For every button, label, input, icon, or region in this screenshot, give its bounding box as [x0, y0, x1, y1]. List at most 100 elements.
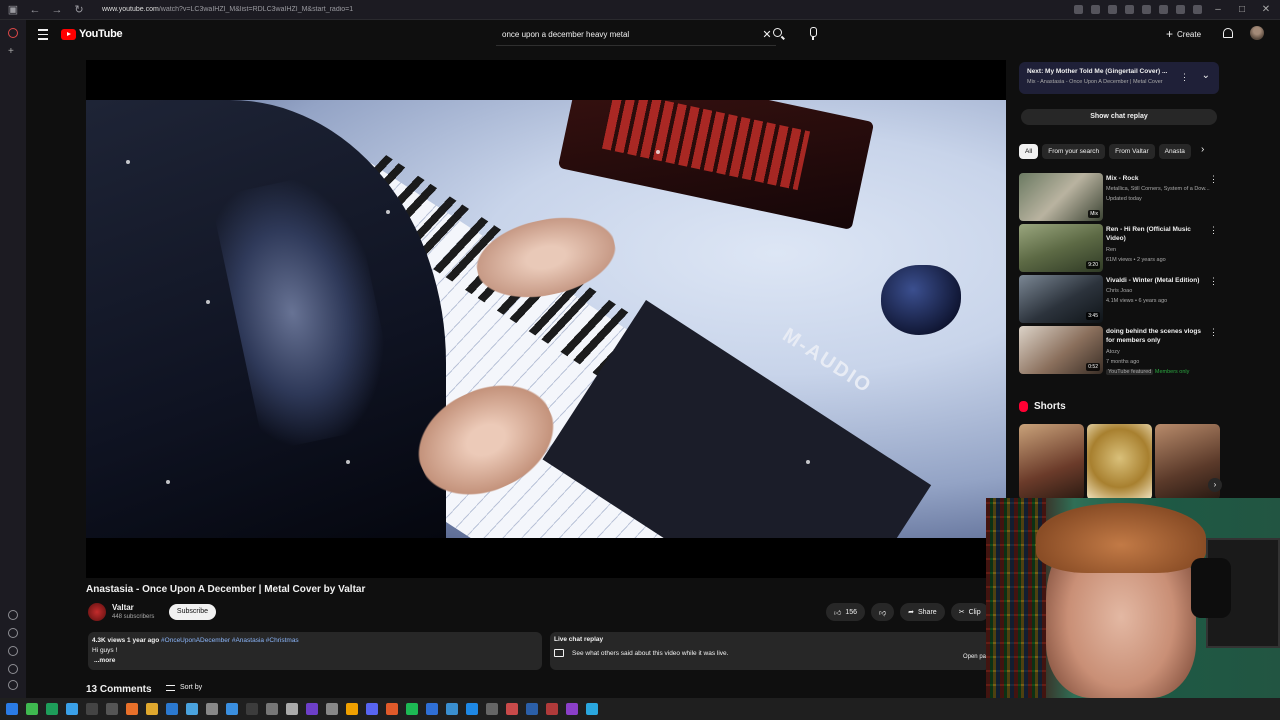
folder-icon[interactable]	[146, 703, 158, 715]
history-icon[interactable]	[8, 646, 18, 656]
short-thumbnail[interactable]	[1087, 424, 1152, 500]
app-icon[interactable]	[266, 703, 278, 715]
spotify-icon[interactable]	[406, 703, 418, 715]
chevron-down-icon[interactable]: ⌄	[1202, 70, 1210, 81]
app-icon[interactable]	[386, 703, 398, 715]
app-icon[interactable]	[426, 703, 438, 715]
more-options-icon[interactable]: ⋮	[1209, 327, 1218, 338]
chip-all[interactable]: All	[1019, 144, 1039, 159]
next-in-mix-card[interactable]: Next: My Mother Told Me (Gingertail Cove…	[1019, 62, 1219, 94]
clip-button[interactable]: ✂ Clip	[950, 603, 989, 621]
channel-avatar[interactable]	[88, 603, 106, 621]
open-panel-button[interactable]: Open pa	[963, 654, 986, 660]
search-input[interactable]: once upon a december heavy metal	[496, 30, 758, 39]
maximize-button[interactable]: □	[1234, 4, 1250, 15]
forward-icon[interactable]: →	[50, 4, 64, 16]
bookmarks-icon[interactable]	[8, 664, 18, 674]
bookmark-icon[interactable]	[1091, 5, 1100, 14]
short-thumbnail[interactable]	[1019, 424, 1084, 500]
firefox-icon[interactable]	[126, 703, 138, 715]
app-icon[interactable]	[526, 703, 538, 715]
chevron-right-icon[interactable]: ›	[1201, 144, 1204, 155]
video-title[interactable]: Vivaldi - Winter (Metal Edition)	[1106, 276, 1210, 285]
more-options-icon[interactable]: ⋮	[1209, 225, 1218, 236]
rail-icon[interactable]	[8, 610, 18, 620]
video-thumbnail[interactable]: 3:45	[1019, 275, 1103, 323]
share-button[interactable]: ➦ Share	[900, 603, 945, 621]
more-options-icon[interactable]: ⋮	[1209, 276, 1218, 287]
more-link[interactable]: ...more	[92, 656, 538, 666]
screenshot-icon[interactable]	[1074, 5, 1083, 14]
description-box[interactable]: 4.3K views 1 year ago #OnceUponADecember…	[88, 632, 542, 670]
app-icon[interactable]	[326, 703, 338, 715]
youtube-logo[interactable]: YouTube	[61, 28, 123, 40]
app-icon[interactable]	[206, 703, 218, 715]
app-icon[interactable]	[446, 703, 458, 715]
extension-icon[interactable]	[1176, 5, 1185, 14]
chevron-right-icon[interactable]: ›	[1208, 478, 1222, 492]
app-icon[interactable]	[186, 703, 198, 715]
rail-icon[interactable]	[8, 628, 18, 638]
app-icon[interactable]	[466, 703, 478, 715]
app-icon[interactable]	[346, 703, 358, 715]
voice-search-icon[interactable]	[804, 25, 822, 43]
app-icon[interactable]	[46, 703, 58, 715]
app-icon[interactable]	[506, 703, 518, 715]
menu-icon[interactable]	[1193, 5, 1202, 14]
new-tab-icon[interactable]: +	[8, 46, 18, 57]
address-bar[interactable]: www.youtube.com/watch?v=LC3waIHZI_M&list…	[102, 6, 1066, 13]
list-item[interactable]: 0:52 doing behind the scenes vlogs for m…	[1019, 326, 1219, 375]
search-button[interactable]	[770, 25, 788, 43]
sort-by-button[interactable]: Sort by	[166, 684, 202, 691]
reload-icon[interactable]: ↻	[72, 3, 86, 16]
list-item[interactable]: 9:20 Ren - Hi Ren (Official Music Video)…	[1019, 224, 1219, 272]
back-icon[interactable]: ←	[28, 4, 42, 16]
video-title[interactable]: doing behind the scenes vlogs for member…	[1106, 327, 1210, 345]
create-button[interactable]: + Create	[1166, 26, 1201, 42]
windows-start-icon[interactable]	[6, 703, 18, 715]
app-icon[interactable]	[566, 703, 578, 715]
app-icon[interactable]	[286, 703, 298, 715]
app-icon[interactable]	[26, 703, 38, 715]
video-title[interactable]: Ren - Hi Ren (Official Music Video)	[1106, 225, 1210, 243]
chip-anastasia[interactable]: Anasta	[1158, 144, 1191, 159]
extension-icon[interactable]	[1108, 5, 1117, 14]
dislike-button[interactable]: 👎︎	[871, 603, 895, 621]
discord-icon[interactable]	[366, 703, 378, 715]
app-icon[interactable]	[106, 703, 118, 715]
settings-icon[interactable]	[8, 680, 18, 690]
app-icon[interactable]	[226, 703, 238, 715]
video-thumbnail[interactable]: 9:20	[1019, 224, 1103, 272]
subscribe-button[interactable]: Subscribe	[169, 604, 216, 620]
list-item[interactable]: Mix Mix - Rock Metallica, Still Corners,…	[1019, 173, 1219, 221]
extension-icon[interactable]	[1125, 5, 1134, 14]
chip-from-valtar[interactable]: From Valtar	[1109, 144, 1155, 159]
channel-name[interactable]: Valtar	[112, 603, 134, 612]
minimize-button[interactable]: –	[1210, 4, 1226, 15]
list-item[interactable]: 3:45 Vivaldi - Winter (Metal Edition) Ch…	[1019, 275, 1219, 323]
youtube-tab-icon[interactable]	[8, 28, 18, 38]
notifications-bell-icon[interactable]	[1221, 27, 1233, 39]
video-player[interactable]: M-AUDIO	[86, 60, 1006, 578]
video-title[interactable]: Mix - Rock	[1106, 174, 1210, 183]
sidebar-toggle-icon[interactable]: ▣	[6, 3, 20, 16]
video-thumbnail[interactable]: Mix	[1019, 173, 1103, 221]
more-options-icon[interactable]: ⋮	[1209, 174, 1218, 185]
video-thumbnail[interactable]: 0:52	[1019, 326, 1103, 374]
account-avatar[interactable]	[1250, 26, 1264, 40]
chip-from-your-search[interactable]: From your search	[1042, 144, 1106, 159]
hashtags[interactable]: #OnceUponADecember #Anastasia #Christmas	[161, 637, 299, 644]
extension-icon[interactable]	[1159, 5, 1168, 14]
show-chat-replay-button[interactable]: Show chat replay	[1021, 109, 1217, 125]
hamburger-menu-icon[interactable]	[38, 29, 48, 41]
more-options-icon[interactable]: ⋮	[1180, 72, 1189, 83]
app-icon[interactable]	[66, 703, 78, 715]
like-button[interactable]: 👍︎ 156	[826, 603, 866, 621]
app-icon[interactable]	[586, 703, 598, 715]
app-icon[interactable]	[246, 703, 258, 715]
app-icon[interactable]	[166, 703, 178, 715]
app-icon[interactable]	[86, 703, 98, 715]
close-window-button[interactable]: ✕	[1258, 4, 1274, 15]
app-icon[interactable]	[486, 703, 498, 715]
extension-icon[interactable]	[1142, 5, 1151, 14]
